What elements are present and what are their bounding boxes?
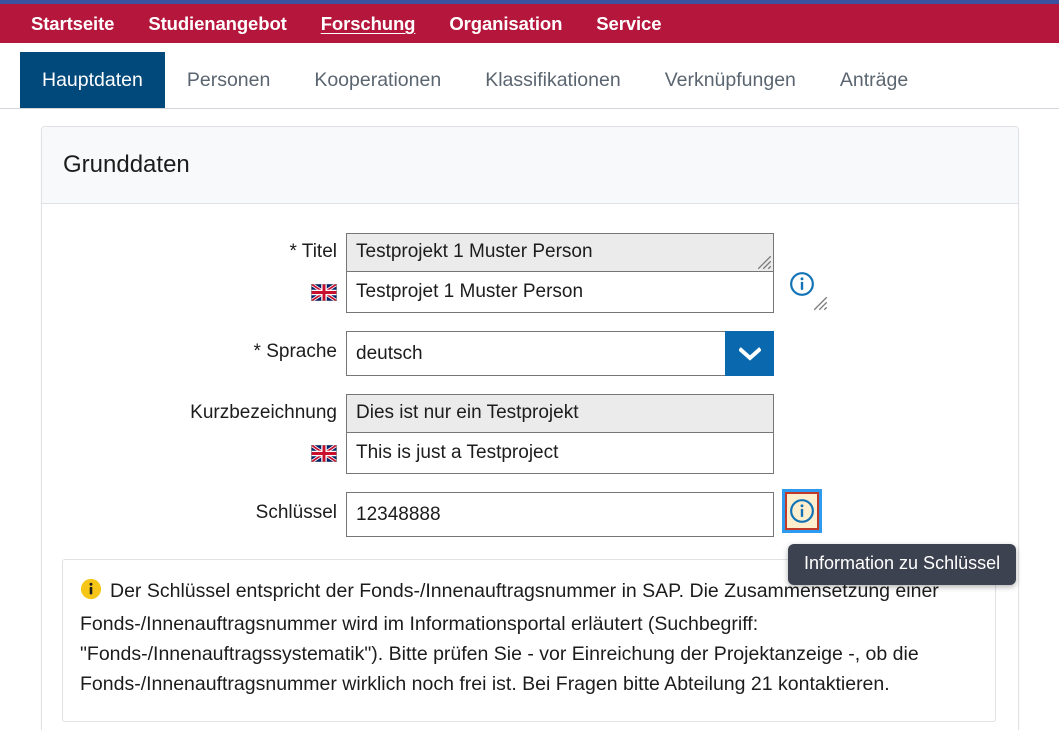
- info-circle-glyph: [790, 272, 814, 296]
- nav-item-studienangebot[interactable]: Studienangebot: [131, 4, 303, 43]
- schluessel-info-slot: [774, 489, 830, 533]
- schluessel-tooltip: Information zu Schlüssel: [788, 544, 1017, 585]
- chevron-down-icon: [738, 346, 761, 361]
- nav-item-forschung[interactable]: Forschung: [304, 4, 433, 43]
- field-row-kurzbez-de: Kurzbezeichnung Dies ist nur ein Testpro…: [42, 394, 1018, 432]
- titel-en-input[interactable]: Testprojet 1 Muster Person: [346, 271, 774, 313]
- nav-item-service[interactable]: Service: [579, 4, 678, 43]
- field-row-titel-de: * Titel Testprojekt 1 Muster Person: [42, 233, 1018, 271]
- tab-antraege[interactable]: Anträge: [818, 52, 930, 108]
- label-schluessel: Schlüssel: [255, 502, 337, 523]
- titel-de-wrap: Testprojekt 1 Muster Person: [346, 233, 774, 271]
- schluessel-input[interactable]: 12348888: [346, 492, 774, 537]
- sprache-dropdown-button[interactable]: [725, 331, 774, 376]
- kurzbez-en-wrap: This is just a Testproject: [346, 432, 774, 474]
- main-navigation: Startseite Studienangebot Forschung Orga…: [0, 4, 1059, 43]
- titel-info-slot: [774, 271, 830, 297]
- tab-personen[interactable]: Personen: [165, 52, 292, 108]
- tab-hauptdaten[interactable]: Hauptdaten: [20, 52, 165, 108]
- tab-klassifikationen[interactable]: Klassifikationen: [463, 52, 643, 108]
- tab-verknuepfungen[interactable]: Verknüpfungen: [643, 52, 818, 108]
- label-titel: * Titel: [289, 241, 337, 262]
- sprache-select-value[interactable]: deutsch: [346, 331, 725, 376]
- info-circle-icon[interactable]: [789, 271, 815, 297]
- titel-en-wrap: Testprojet 1 Muster Person: [346, 271, 830, 313]
- card-header: Grunddaten: [42, 127, 1018, 204]
- grunddaten-card: Grunddaten * Titel Testprojekt 1 Muster …: [41, 126, 1019, 730]
- info-warning-icon: [80, 578, 102, 609]
- kurzbez-de-wrap: Dies ist nur ein Testprojekt: [346, 394, 774, 432]
- field-row-kurzbez-en: This is just a Testproject: [42, 432, 1018, 474]
- schluessel-wrap: 12348888 Information zu Schlüssel: [346, 489, 1017, 585]
- uk-flag-icon: [311, 283, 337, 301]
- kurzbezeichnung-de-input[interactable]: Dies ist nur ein Testprojekt: [346, 394, 774, 432]
- info-circle-icon: [790, 499, 814, 523]
- label-kurzbezeichnung: Kurzbezeichnung: [190, 402, 337, 423]
- field-row-titel-en: Testprojet 1 Muster Person: [42, 271, 1018, 313]
- field-row-sprache: * Sprache deutsch: [42, 331, 1018, 376]
- schluessel-info-button[interactable]: [782, 489, 822, 533]
- sprache-select[interactable]: deutsch: [346, 331, 774, 376]
- nav-item-organisation[interactable]: Organisation: [432, 4, 579, 43]
- tab-bar: Hauptdaten Personen Kooperationen Klassi…: [0, 43, 1059, 109]
- tab-kooperationen[interactable]: Kooperationen: [292, 52, 463, 108]
- label-titel-en-flag: [42, 271, 346, 313]
- field-row-schluessel: Schlüssel 12348888 Information zu Schlüs…: [42, 489, 1018, 585]
- info-message-text: Der Schlüssel entspricht der Fonds-/Inne…: [80, 580, 939, 695]
- label-kurzbez-en-flag: [42, 432, 346, 474]
- page-title: Grunddaten: [63, 151, 190, 178]
- resize-handle-icon: [813, 296, 828, 311]
- card-body: * Titel Testprojekt 1 Muster Person Test…: [42, 204, 1018, 722]
- label-sprache: * Sprache: [253, 341, 337, 362]
- titel-de-input[interactable]: Testprojekt 1 Muster Person: [346, 233, 774, 271]
- uk-flag-icon: [311, 444, 337, 462]
- kurzbezeichnung-en-input[interactable]: This is just a Testproject: [346, 432, 774, 474]
- nav-item-startseite[interactable]: Startseite: [14, 4, 131, 43]
